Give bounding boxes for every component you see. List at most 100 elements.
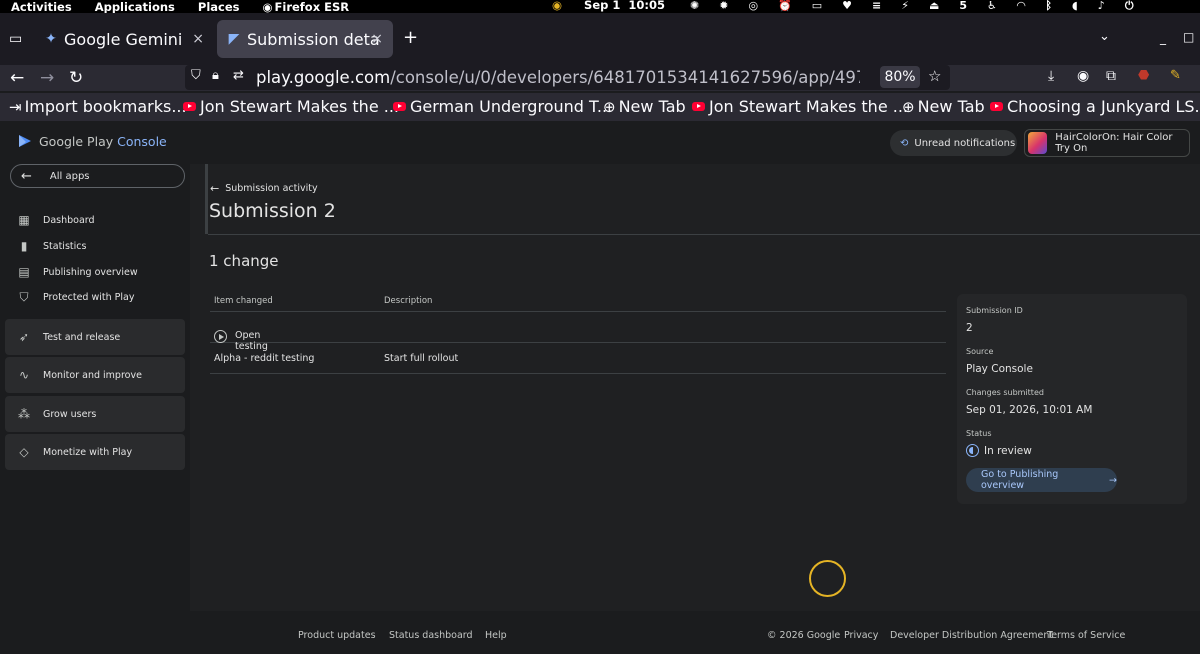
footer-privacy-link[interactable]: Privacy	[844, 630, 878, 641]
cursor-highlight-ring	[809, 560, 846, 597]
back-to-submission-activity-link[interactable]: ← Submission activity	[210, 182, 318, 195]
table-row[interactable]: Alpha - reddit testing Start full rollou…	[210, 343, 946, 374]
places-menu[interactable]: Places	[198, 0, 240, 14]
wifi-icon[interactable]: ◠	[1017, 0, 1025, 13]
back-arrow-icon: ←	[21, 168, 32, 184]
source-label: Source	[966, 347, 994, 356]
night-light-icon[interactable]: ✹	[719, 0, 728, 13]
mic-icon[interactable]: ♪	[1098, 0, 1105, 13]
bookmark-star-icon[interactable]: ☆	[928, 67, 941, 85]
bluetooth-icon[interactable]: ᛒ	[1045, 0, 1052, 13]
system-top-bar: Activities Applications Places ◉ Firefox …	[0, 0, 1200, 14]
footer-product-updates-link[interactable]: Product updates	[298, 630, 376, 641]
storage-icon[interactable]: ≡	[872, 0, 881, 13]
close-tab-icon[interactable]: ×	[192, 31, 204, 47]
zoom-level-button[interactable]: 80%	[880, 66, 920, 88]
brightness-icon[interactable]: ✺	[690, 0, 699, 13]
printer-icon[interactable]: ▭	[812, 0, 822, 13]
bookmark-item[interactable]: Choosing a Junkyard LS...	[990, 97, 1200, 116]
footer-dda-link[interactable]: Developer Distribution Agreement	[890, 630, 1053, 641]
lock-icon[interactable]: 🔒︎	[212, 68, 219, 83]
footer-terms-link[interactable]: Terms of Service	[1047, 630, 1125, 641]
go-to-publishing-overview-button[interactable]: Go to Publishing overview →	[966, 468, 1117, 492]
bookmark-item[interactable]: German Underground T...	[393, 97, 612, 116]
permissions-icon[interactable]: ⇄	[233, 68, 244, 83]
maximize-window-icon[interactable]: □	[1183, 30, 1194, 44]
table-cell-item: Alpha - reddit testing	[214, 353, 315, 364]
sidebar-item-publishing-overview[interactable]: ▤ Publishing overview	[17, 265, 137, 279]
ublock-icon[interactable]: ⬣	[1138, 68, 1149, 83]
bookmarks-toolbar: ⇥ Import bookmarks... Jon Stewart Makes t…	[0, 93, 1200, 121]
power-menu-icon[interactable]: ⏻	[1125, 0, 1134, 13]
extension-icon[interactable]: ◎	[748, 0, 758, 13]
sidebar-group-monetize-with-play[interactable]: ◇ Monetize with Play	[5, 434, 185, 470]
account-icon[interactable]: ◉	[1077, 68, 1089, 84]
bookmark-item[interactable]: ⊕ New Tab	[902, 97, 985, 116]
source-value: Play Console	[966, 363, 1033, 375]
app-icon	[1028, 132, 1048, 154]
alarm-icon[interactable]: ⏰	[778, 0, 792, 13]
changes-submitted-value: Sep 01, 2026, 10:01 AM	[966, 404, 1093, 416]
play-console-page: Google Play Console ⟲ Unread notification…	[0, 122, 1200, 654]
close-tab-icon[interactable]: ×	[371, 31, 383, 47]
reload-icon[interactable]: ↻	[69, 68, 83, 88]
sidebar-item-dashboard[interactable]: ▦ Dashboard	[17, 213, 94, 227]
all-apps-button[interactable]: ← All apps	[10, 164, 185, 188]
back-arrow-icon[interactable]: ←	[10, 68, 24, 88]
minimize-window-icon[interactable]: _	[1160, 31, 1166, 45]
clock[interactable]: Sep 1 10:05	[584, 0, 665, 12]
footer-help-link[interactable]: Help	[485, 630, 507, 641]
url-text[interactable]: play.google.com/console/u/0/developers/6…	[256, 68, 860, 87]
address-bar[interactable]: ⛉ 🔒︎ ⇄ play.google.com/console/u/0/devel…	[185, 65, 950, 90]
play-console-logo[interactable]: Google Play Console	[17, 133, 167, 149]
status-value: In review	[966, 444, 1032, 457]
eject-icon[interactable]: ⏏	[929, 0, 939, 13]
downloads-icon[interactable]: ⤓	[1048, 68, 1054, 84]
tab-google-gemini[interactable]: ✦ Google Gemini ×	[34, 20, 214, 58]
import-icon: ⇥	[9, 97, 22, 116]
gemini-icon: ✦	[45, 31, 57, 47]
dashboard-icon: ▦	[18, 213, 30, 227]
globe-icon: ⊕	[902, 97, 915, 116]
sidebar-group-test-and-release[interactable]: ➶ Test and release	[5, 319, 185, 355]
health-icon[interactable]: ♥	[842, 0, 852, 13]
pulse-icon: ∿	[18, 368, 30, 382]
eye-icon[interactable]: ◉	[552, 0, 562, 12]
bar-chart-icon: ▮	[20, 239, 28, 253]
tracking-shield-icon[interactable]: ⛉	[191, 68, 201, 83]
back-arrow-icon: ←	[210, 182, 220, 195]
bookmark-item[interactable]: Jon Stewart Makes the ...	[692, 97, 908, 116]
activities-button[interactable]: Activities	[11, 0, 72, 14]
sidebar-group-grow-users[interactable]: ⁂ Grow users	[5, 396, 185, 432]
extensions-icon[interactable]: ⧉	[1106, 68, 1116, 84]
new-tab-button[interactable]: +	[403, 27, 418, 48]
applications-menu[interactable]: Applications	[95, 0, 175, 14]
app-selector[interactable]: HairColorOn: Hair Color Try On	[1024, 129, 1190, 157]
table-row[interactable]: Open testing	[210, 312, 946, 352]
sidebar-group-monitor-and-improve[interactable]: ∿ Monitor and improve	[5, 357, 185, 393]
unread-notifications-button[interactable]: ⟲ Unread notifications	[890, 130, 1017, 156]
changes-submitted-label: Changes submitted	[966, 388, 1044, 397]
forward-arrow-icon[interactable]: →	[40, 68, 54, 88]
accessibility-icon[interactable]: ♿	[987, 0, 997, 13]
addon-icon[interactable]: ✎	[1170, 68, 1181, 83]
volume-icon[interactable]: ◖	[1072, 0, 1078, 13]
tab-submission-details[interactable]: ◤ Submission details ×	[217, 20, 393, 58]
publishing-icon: ▤	[18, 265, 30, 279]
firefox-view-icon[interactable]: ▭	[9, 31, 22, 47]
changes-count-heading: 1 change	[209, 252, 279, 270]
workspace-indicator[interactable]: 5	[959, 0, 967, 13]
bookmark-item[interactable]: ⇥ Import bookmarks...	[9, 97, 187, 116]
tag-icon: ◇	[19, 445, 29, 459]
youtube-icon	[393, 102, 406, 111]
sidebar-item-protected-with-play[interactable]: ⛉ Protected with Play	[17, 290, 134, 304]
power-icon[interactable]: ⚡	[901, 0, 909, 13]
list-tabs-icon[interactable]: ⌄	[1099, 29, 1110, 44]
sidebar-item-statistics[interactable]: ▮ Statistics	[17, 239, 87, 253]
footer-status-dashboard-link[interactable]: Status dashboard	[389, 630, 473, 641]
bookmark-item[interactable]: ⊕ New Tab	[603, 97, 686, 116]
active-app-name[interactable]: ◉ Firefox ESR	[262, 0, 349, 14]
bookmark-item[interactable]: Jon Stewart Makes the ...	[183, 97, 399, 116]
play-circle-icon	[214, 330, 227, 343]
changes-table: Item changed Description Open testing Al…	[210, 290, 946, 374]
